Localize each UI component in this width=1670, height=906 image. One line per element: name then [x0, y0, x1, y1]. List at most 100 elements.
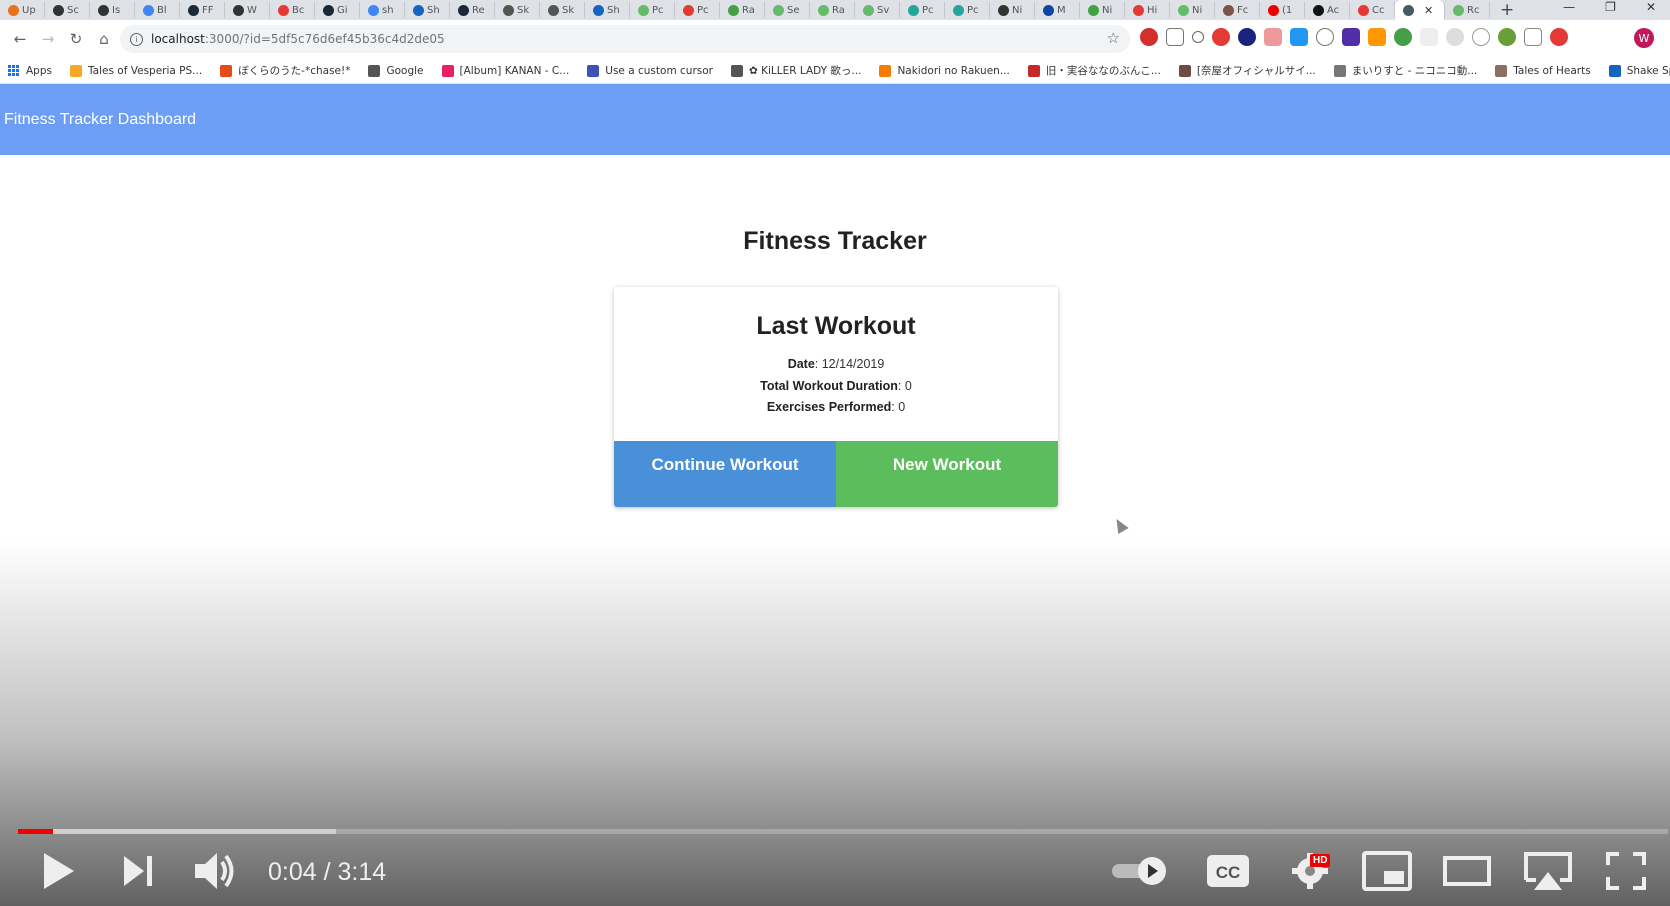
extension-icon[interactable] [1238, 28, 1256, 46]
home-icon[interactable]: ⌂ [90, 25, 118, 53]
browser-tab[interactable]: Gi [315, 2, 360, 18]
extension-icon[interactable] [1290, 28, 1308, 46]
browser-tab[interactable]: ✕ [1395, 0, 1445, 20]
bookmark-item[interactable]: ✿ KiLLER LADY 歌っ... [730, 63, 861, 78]
browser-tab[interactable]: Ra [810, 2, 855, 18]
bookmark-star-icon[interactable]: ☆ [1107, 29, 1120, 47]
bookmark-item[interactable]: ぼくらのうた-*chase!* [220, 63, 350, 78]
apps-shortcut[interactable]: Apps [8, 64, 52, 77]
bookmark-item[interactable]: Shake Sphere log s... [1608, 64, 1670, 77]
bookmark-item[interactable]: Tales of Vesperia PS... [69, 64, 202, 77]
bookmark-item[interactable]: [Album] KANAN - C... [441, 64, 569, 77]
address-bar[interactable]: i localhost:3000/?id=5df5c76d6ef45b36c4d… [120, 25, 1130, 53]
browser-tab[interactable]: Se [765, 2, 810, 18]
back-icon[interactable]: ← [6, 25, 34, 53]
browser-tab[interactable]: Is [90, 2, 135, 18]
navbar-brand[interactable]: Fitness Tracker Dashboard [4, 111, 196, 129]
extension-icon[interactable] [1472, 28, 1490, 46]
forward-icon[interactable]: → [34, 25, 62, 53]
browser-tab[interactable]: Rc [1445, 2, 1490, 18]
browser-tab[interactable]: M [1035, 2, 1080, 18]
theater-mode-icon[interactable] [1442, 848, 1492, 894]
browser-tab[interactable]: Ra [720, 2, 765, 18]
bookmark-item[interactable]: まいりすと - ニコニコ動... [1333, 63, 1477, 78]
browser-tab[interactable]: Ni [1080, 2, 1125, 18]
browser-tab[interactable]: Ni [1170, 2, 1215, 18]
bookmark-favicon-icon [220, 64, 233, 77]
tab-title: Bc [292, 4, 305, 16]
browser-tab[interactable]: Hi [1125, 2, 1170, 18]
browser-tab[interactable]: Sk [540, 2, 585, 18]
browser-tab[interactable]: Pc [945, 2, 990, 18]
browser-tab[interactable]: FF [180, 2, 225, 18]
reload-icon[interactable]: ↻ [62, 25, 90, 53]
bookmark-label: Tales of Hearts [1513, 64, 1591, 77]
extension-icon[interactable] [1264, 28, 1282, 46]
browser-tab[interactable]: Bc [270, 2, 315, 18]
captions-icon[interactable]: CC [1206, 848, 1250, 894]
close-window-icon[interactable]: ✕ [1646, 0, 1656, 14]
extension-icon[interactable] [1498, 28, 1516, 46]
volume-icon[interactable] [192, 848, 238, 894]
browser-tab[interactable]: Ni [990, 2, 1035, 18]
extension-icon[interactable] [1550, 28, 1568, 46]
browser-tab[interactable]: (1 [1260, 2, 1305, 18]
bookmark-item[interactable]: 旧・実谷ななのぶんこ... [1027, 63, 1161, 78]
new-workout-button[interactable]: New Workout [836, 441, 1058, 507]
extension-icon[interactable] [1394, 28, 1412, 46]
extension-icon[interactable] [1212, 28, 1230, 46]
browser-tab[interactable]: Up [0, 2, 45, 18]
extension-icon[interactable] [1420, 28, 1438, 46]
minimize-icon[interactable]: — [1563, 0, 1575, 14]
bookmark-favicon-icon [441, 64, 454, 77]
tab-close-icon[interactable]: ✕ [1424, 4, 1433, 17]
extension-icon[interactable] [1524, 28, 1542, 46]
continue-workout-button[interactable]: Continue Workout [614, 441, 836, 507]
browser-tab[interactable]: Sh [585, 2, 630, 18]
browser-tab[interactable]: W [225, 2, 270, 18]
bookmark-item[interactable]: Google [368, 64, 424, 77]
url-path: :3000/?id=5df5c76d6ef45b36c4d2de05 [204, 32, 445, 46]
extension-icon[interactable] [1446, 28, 1464, 46]
extension-icon[interactable] [1342, 28, 1360, 46]
browser-tab[interactable]: sh [360, 2, 405, 18]
browser-tab[interactable]: Re [450, 2, 495, 18]
browser-tab[interactable]: Fc [1215, 2, 1260, 18]
browser-tab[interactable]: Sc [45, 2, 90, 18]
browser-tab[interactable]: Sv [855, 2, 900, 18]
bookmark-favicon-icon [879, 64, 892, 77]
browser-tab[interactable]: Pc [900, 2, 945, 18]
profile-avatar[interactable]: W [1634, 28, 1654, 48]
bookmark-label: [奈屋オフィシャルサイ... [1196, 65, 1316, 77]
extension-icon[interactable] [1140, 28, 1158, 46]
bookmark-item[interactable]: Use a custom cursor [587, 64, 713, 77]
autoplay-toggle[interactable] [1110, 848, 1170, 894]
extension-icon[interactable] [1192, 31, 1204, 43]
tab-title: Sh [607, 4, 620, 16]
new-tab-button[interactable]: + [1500, 0, 1514, 20]
next-icon[interactable] [120, 848, 156, 894]
browser-tab[interactable]: Cc [1350, 2, 1395, 18]
miniplayer-icon[interactable] [1362, 848, 1412, 894]
browser-tab[interactable]: Bl [135, 2, 180, 18]
extension-icon[interactable] [1166, 28, 1184, 46]
extension-icon[interactable] [1368, 28, 1386, 46]
progress-bar[interactable] [18, 829, 1668, 834]
fullscreen-icon[interactable] [1604, 848, 1648, 894]
cast-icon[interactable] [1522, 848, 1574, 894]
restore-icon[interactable]: ❐ [1605, 0, 1616, 14]
play-icon[interactable] [38, 848, 78, 894]
site-info-icon[interactable]: i [130, 32, 143, 46]
browser-tab[interactable]: Ac [1305, 2, 1350, 18]
browser-tab[interactable]: Sk [495, 2, 540, 18]
tab-favicon-icon [1313, 4, 1324, 16]
bookmark-item[interactable]: Nakidori no Rakuen... [879, 64, 1010, 77]
browser-tab[interactable]: Sh [405, 2, 450, 18]
bookmark-item[interactable]: [奈屋オフィシャルサイ... [1178, 63, 1316, 78]
browser-tab[interactable]: Pc [675, 2, 720, 18]
tab-favicon-icon [728, 4, 739, 16]
extension-icon[interactable] [1316, 28, 1334, 46]
tab-title: Re [472, 4, 485, 16]
browser-tab[interactable]: Pc [630, 2, 675, 18]
bookmark-item[interactable]: Tales of Hearts [1495, 64, 1591, 77]
